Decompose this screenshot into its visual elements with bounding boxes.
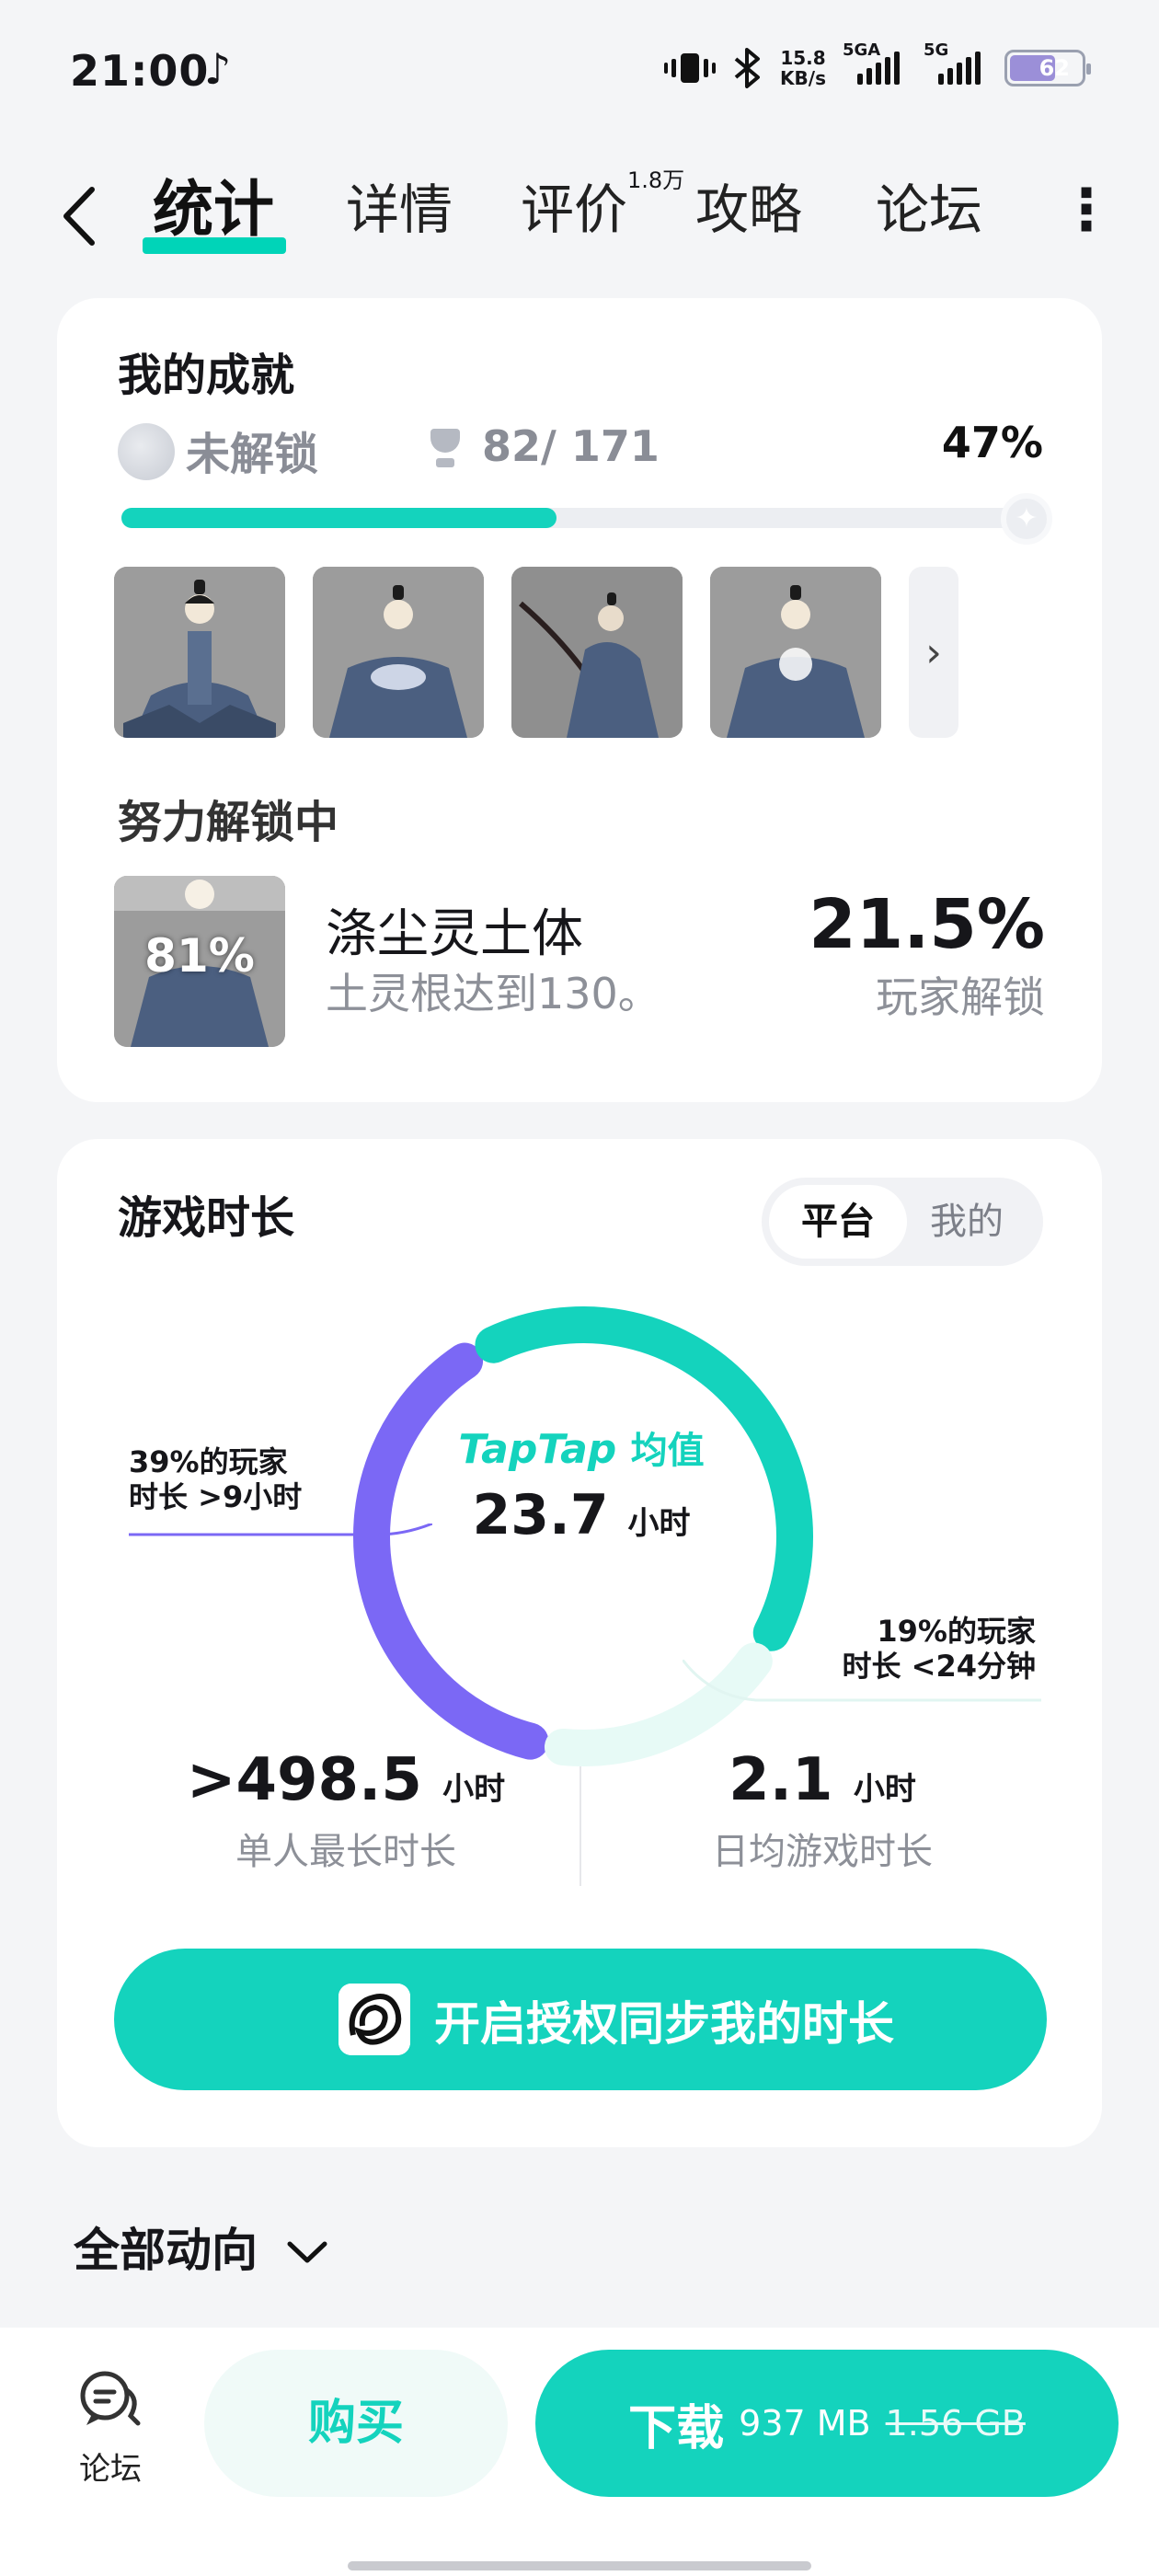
chat-bubble-icon bbox=[80, 2371, 141, 2426]
achievement-thumbnail[interactable] bbox=[313, 567, 484, 738]
achievement-count: 82/ 171 bbox=[482, 421, 660, 471]
battery-icon: 62 bbox=[1004, 50, 1091, 86]
max-playtime-unit: 小时 bbox=[442, 1771, 506, 1808]
in-progress-desc: 土灵根达到130。 bbox=[326, 969, 660, 1018]
speed-unit: KB/s bbox=[780, 67, 826, 89]
bluetooth-icon bbox=[734, 48, 761, 88]
playtime-toggle: 平台 我的 bbox=[762, 1178, 1043, 1266]
player-unlock-label: 玩家解锁 bbox=[876, 972, 1045, 1022]
max-playtime-label: 单人最长时长 bbox=[235, 1831, 456, 1873]
toggle-platform[interactable]: 平台 bbox=[769, 1185, 907, 1259]
achievements-card: 我的成就 未解锁 82/ 171 47% ✦ › 努力解锁中 81% 涤尘灵土体… bbox=[57, 298, 1102, 1102]
player-unlock-rate: 21.5% bbox=[809, 885, 1045, 964]
vibrate-icon bbox=[664, 53, 717, 83]
game-icon bbox=[339, 1984, 410, 2055]
status-icons: 15.8 KB/s 5GA 5G 62 bbox=[664, 40, 1091, 96]
tab-forum[interactable]: 论坛 bbox=[876, 173, 982, 247]
average-unit: 小时 bbox=[627, 1505, 691, 1542]
donut-segment-long bbox=[353, 1342, 549, 1760]
achievements-title: 我的成就 bbox=[118, 350, 295, 401]
average-value: 23.7 bbox=[472, 1483, 609, 1547]
max-playtime-value: 498.5 bbox=[235, 1746, 422, 1814]
stats-divider bbox=[580, 1766, 581, 1886]
home-indicator bbox=[348, 2561, 811, 2570]
in-progress-name: 涤尘灵土体 bbox=[326, 904, 583, 964]
signal-5g-label: 5G bbox=[924, 40, 949, 60]
in-progress-title: 努力解锁中 bbox=[118, 797, 339, 848]
daily-playtime-stat: 2.1 小时 日均游戏时长 bbox=[592, 1746, 1052, 1875]
tab-reviews[interactable]: 评价 bbox=[521, 173, 627, 247]
signal-5ga-label: 5GA bbox=[843, 40, 881, 60]
max-playtime-stat: >498.5 小时 单人最长时长 bbox=[116, 1746, 576, 1875]
signal-5ga-icon: 5GA bbox=[843, 40, 907, 85]
network-speed: 15.8 KB/s bbox=[780, 48, 826, 88]
achievement-percent: 47% bbox=[941, 418, 1043, 467]
tab-guides[interactable]: 攻略 bbox=[695, 173, 802, 247]
all-activity-dropdown[interactable]: 全部动向 bbox=[74, 2214, 328, 2280]
achievement-thumbnail[interactable] bbox=[114, 567, 285, 738]
donut-center: TapTap 均值 23.7 小时 bbox=[443, 1420, 719, 1547]
achievement-thumbnail[interactable] bbox=[710, 567, 881, 738]
download-size: 937 MB bbox=[739, 2403, 871, 2444]
signal-5g-icon: 5G bbox=[924, 40, 988, 85]
status-time: 21:00 bbox=[70, 46, 210, 96]
daily-playtime-value: 2.1 bbox=[729, 1746, 833, 1814]
playtime-card: 游戏时长 平台 我的 TapTap 均值 23.7 小时 39%的玩家 时长 >… bbox=[57, 1139, 1102, 2147]
achievement-progress-bar: ✦ bbox=[121, 493, 1052, 545]
chevron-down-icon bbox=[287, 2241, 327, 2263]
tab-details[interactable]: 详情 bbox=[346, 173, 453, 247]
daily-playtime-label: 日均游戏时长 bbox=[712, 1831, 933, 1873]
daily-playtime-unit: 小时 bbox=[853, 1771, 916, 1808]
right-leader-line bbox=[683, 1660, 1041, 1702]
taptap-brand: TapTap bbox=[458, 1426, 617, 1473]
back-icon[interactable] bbox=[57, 184, 112, 248]
short-playtime-line1: 19%的玩家 bbox=[877, 1614, 1036, 1649]
speed-value: 15.8 bbox=[780, 47, 826, 69]
bottom-action-bar: 论坛 购买 下载 937 MB 1.56 GB bbox=[0, 2328, 1159, 2576]
buy-button[interactable]: 购买 bbox=[204, 2350, 508, 2497]
forum-button[interactable]: 论坛 bbox=[64, 2368, 156, 2489]
top-nav: 统计 详情 评价 1.8万 攻略 论坛 ⋮ bbox=[0, 156, 1159, 267]
battery-level: 62 bbox=[1039, 55, 1070, 81]
in-progress-percent: 81% bbox=[144, 929, 255, 983]
toggle-mine[interactable]: 我的 bbox=[898, 1185, 1036, 1259]
tab-stats[interactable]: 统计 bbox=[153, 173, 274, 247]
all-activity-label: 全部动向 bbox=[74, 2224, 258, 2277]
achievement-thumbnail[interactable] bbox=[511, 567, 683, 738]
trophy-icon bbox=[429, 429, 462, 471]
star-icon: ✦ bbox=[1001, 493, 1052, 545]
average-label: 均值 bbox=[630, 1430, 705, 1472]
chevron-right-icon[interactable]: › bbox=[909, 567, 958, 738]
download-button[interactable]: 下载 937 MB 1.56 GB bbox=[535, 2350, 1119, 2497]
review-count-badge: 1.8万 bbox=[627, 167, 685, 193]
sync-button-label: 开启授权同步我的时长 bbox=[434, 1997, 894, 2051]
status-bar: 21:00 ♪ 15.8 KB/s 5GA 5G 62 bbox=[0, 0, 1159, 138]
playtime-title: 游戏时长 bbox=[118, 1192, 295, 1244]
long-playtime-line2: 时长 >9小时 bbox=[129, 1479, 303, 1514]
left-leader-line bbox=[129, 1524, 432, 1536]
unlocked-label: 未解锁 bbox=[186, 429, 319, 480]
in-progress-achievement[interactable]: 81% 涤尘灵土体 土灵根达到130。 21.5% 玩家解锁 bbox=[114, 876, 1045, 1047]
sync-playtime-button[interactable]: 开启授权同步我的时长 bbox=[114, 1949, 1047, 2090]
achievement-thumbnails: › bbox=[114, 567, 958, 738]
long-playtime-annotation: 39%的玩家 时长 >9小时 bbox=[129, 1444, 302, 1514]
achievement-progress-fill bbox=[121, 508, 557, 528]
forum-label: 论坛 bbox=[79, 2451, 142, 2488]
long-playtime-line1: 39%的玩家 bbox=[129, 1444, 288, 1479]
download-label: 下载 bbox=[628, 2400, 725, 2456]
in-progress-thumbnail: 81% bbox=[114, 876, 285, 1047]
max-playtime-prefix: > bbox=[186, 1746, 236, 1814]
medal-icon bbox=[118, 423, 175, 480]
tiktok-icon: ♪ bbox=[204, 44, 232, 94]
original-size: 1.56 GB bbox=[885, 2403, 1026, 2444]
achievements-summary: 未解锁 82/ 171 47% bbox=[118, 418, 1043, 482]
more-options-icon[interactable]: ⋮ bbox=[1058, 173, 1115, 247]
